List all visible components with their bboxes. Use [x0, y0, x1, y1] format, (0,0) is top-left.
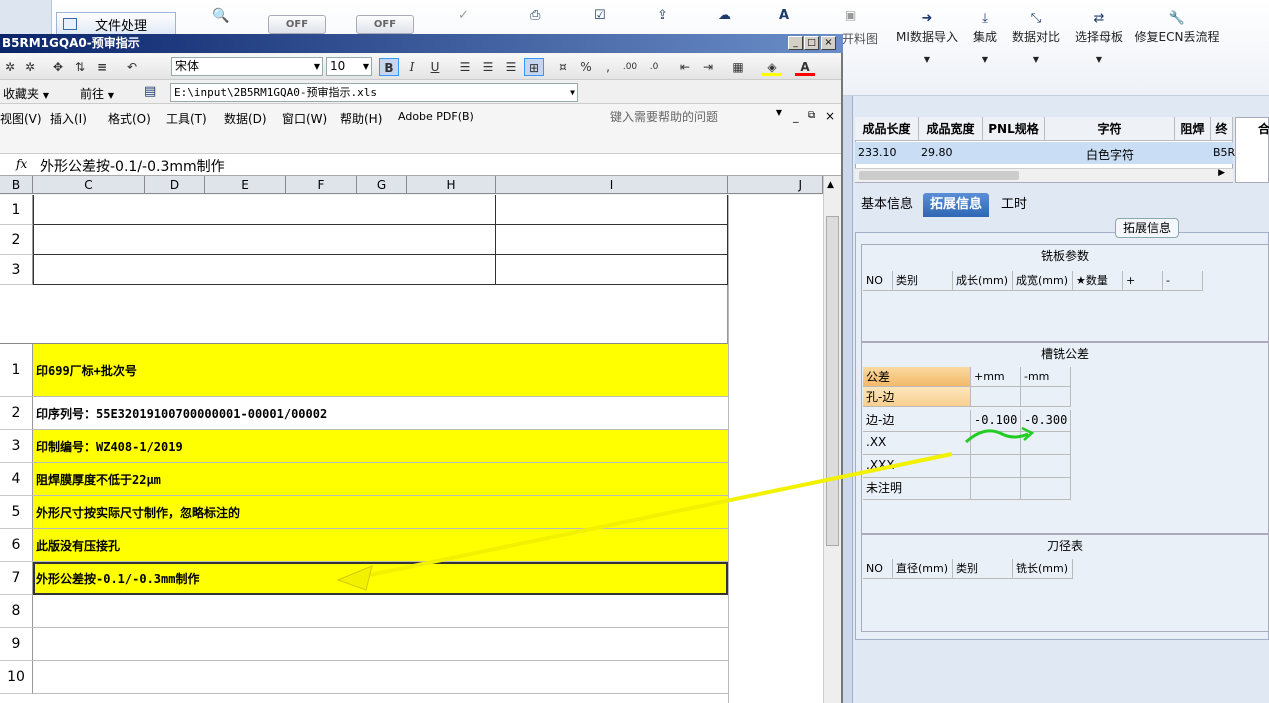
green-arrow-icon [965, 429, 1029, 444]
yellow-arrow-head-icon [336, 565, 373, 591]
annotation-overlay [336, 426, 1035, 591]
yellow-arrow-icon [359, 452, 953, 579]
